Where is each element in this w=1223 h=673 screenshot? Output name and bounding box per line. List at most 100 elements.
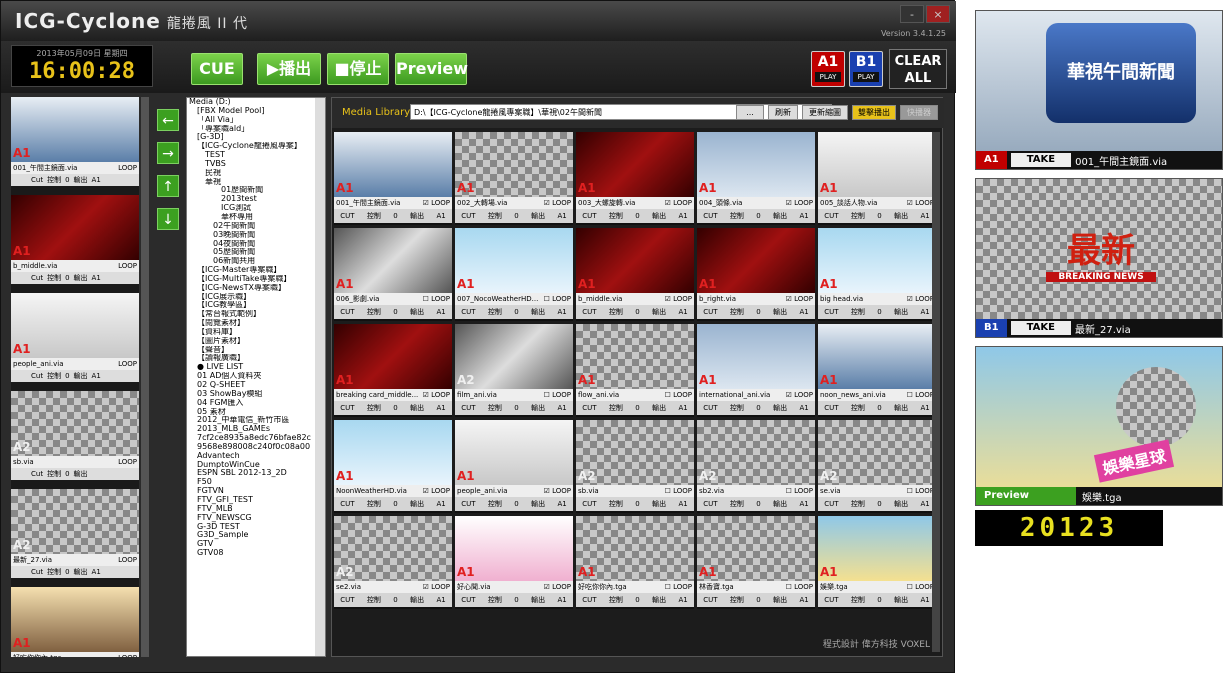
cut-button[interactable]: CUT xyxy=(703,593,717,607)
media-item[interactable]: A2 film_ani.via ☐ LOOP CUT 控制 0 輸出 A1 xyxy=(455,324,573,417)
tree-item[interactable]: 【讀報廣職】 xyxy=(187,354,325,363)
take-b1-button[interactable]: TAKE xyxy=(1010,321,1071,335)
cut-button[interactable]: CUT xyxy=(340,497,354,511)
channel-a1-button[interactable]: A1 PLAY xyxy=(811,51,845,87)
control-button[interactable]: 控制 xyxy=(609,593,623,607)
tree-item[interactable]: 05 素材 xyxy=(187,408,325,417)
media-scrollbar[interactable] xyxy=(932,132,940,652)
loop-checkbox[interactable]: ☑ LOOP xyxy=(783,293,813,305)
browse-button[interactable]: ... xyxy=(736,105,764,120)
media-item[interactable]: A1 林香寶.tga ☐ LOOP CUT 控制 0 輸出 A1 xyxy=(697,516,815,609)
output-button[interactable]: 輸出 xyxy=(531,593,545,607)
cut-button[interactable]: CUT xyxy=(340,593,354,607)
playout-item[interactable]: A2 sb.via LOOP Cut 控制 0 輸出 xyxy=(11,391,139,488)
control-button[interactable]: 控制 xyxy=(609,497,623,511)
loop-checkbox[interactable]: ☐ LOOP xyxy=(904,581,934,593)
control-button[interactable]: 控制 xyxy=(851,593,865,607)
output-button[interactable]: 輸出 xyxy=(894,305,908,319)
loop-checkbox[interactable]: ☑ LOOP xyxy=(904,197,934,209)
tree-item[interactable]: 【資料庫】 xyxy=(187,328,325,337)
output-button[interactable]: 輸出 xyxy=(531,401,545,415)
playout-item[interactable]: A1 people_ani.via LOOP Cut 控制 0 輸出 A1 xyxy=(11,293,139,390)
playout-ctrl[interactable]: 控制 xyxy=(47,272,61,284)
tree-item[interactable]: ● LIVE LIST xyxy=(187,363,325,372)
tree-item[interactable]: 華視 xyxy=(187,178,325,187)
loop-checkbox[interactable]: ☑ LOOP xyxy=(541,581,571,593)
control-button[interactable]: 控制 xyxy=(488,401,502,415)
tree-item[interactable]: ESPN SBL 2012-13_2D xyxy=(187,469,325,478)
media-item[interactable]: A1 breaking card_middle... ☑ LOOP CUT 控制 0 輸出 A… xyxy=(334,324,452,417)
tree-item[interactable]: 2013test xyxy=(187,195,325,204)
media-item[interactable]: A2 se.via ☐ LOOP CUT 控制 0 輸出 A1 xyxy=(818,420,936,513)
tree-item[interactable]: Media (D:) xyxy=(187,98,325,107)
cut-button[interactable]: CUT xyxy=(703,401,717,415)
cut-button[interactable]: CUT xyxy=(582,305,596,319)
control-button[interactable]: 控制 xyxy=(730,305,744,319)
tree-item[interactable]: 【ICG教學區】 xyxy=(187,301,325,310)
media-item[interactable]: A1 005_談話人物.via ☑ LOOP CUT 控制 0 輸出 A1 xyxy=(818,132,936,225)
media-item[interactable]: A1 好吃你你內.tga ☐ LOOP CUT 控制 0 輸出 A1 xyxy=(576,516,694,609)
loop-checkbox[interactable]: ☐ LOOP xyxy=(662,485,692,497)
close-button[interactable]: × xyxy=(926,5,950,23)
output-button[interactable]: 輸出 xyxy=(773,497,787,511)
loop-checkbox[interactable]: ☐ LOOP xyxy=(904,485,934,497)
take-a1-button[interactable]: TAKE xyxy=(1010,153,1072,167)
double-click-play-button[interactable]: 雙擊播出 xyxy=(852,105,896,120)
tree-item[interactable]: 【常台報式範例】 xyxy=(187,310,325,319)
channel-b1-button[interactable]: B1 PLAY xyxy=(849,51,883,87)
playout-ctrl[interactable]: 控制 xyxy=(47,370,61,382)
output-button[interactable]: 輸出 xyxy=(773,305,787,319)
control-button[interactable]: 控制 xyxy=(851,497,865,511)
tree-item[interactable]: 【ICG展示職】 xyxy=(187,293,325,302)
media-item[interactable]: A2 se2.via ☑ LOOP CUT 控制 0 輸出 A1 xyxy=(334,516,452,609)
loop-checkbox[interactable]: ☑ LOOP xyxy=(420,389,450,401)
media-item[interactable]: A1 006_影劇.via ☐ LOOP CUT 控制 0 輸出 A1 xyxy=(334,228,452,321)
tree-item[interactable]: FTV_NEWSCG xyxy=(187,514,325,523)
control-button[interactable]: 控制 xyxy=(851,401,865,415)
control-button[interactable]: 控制 xyxy=(609,305,623,319)
media-item[interactable]: A1 001_午間主鏡面.via ☑ LOOP CUT 控制 0 輸出 A1 xyxy=(334,132,452,225)
media-item[interactable]: A1 NoonWeatherHD.via ☑ LOOP CUT 控制 0 輸出 A1 xyxy=(334,420,452,513)
control-button[interactable]: 控制 xyxy=(730,593,744,607)
playout-ctrl[interactable]: 控制 xyxy=(47,468,61,480)
control-button[interactable]: 控制 xyxy=(488,305,502,319)
control-button[interactable]: 控制 xyxy=(488,593,502,607)
tree-item[interactable]: 【圖片素材】 xyxy=(187,337,325,346)
playout-scrollbar[interactable] xyxy=(141,97,149,657)
output-button[interactable]: 輸出 xyxy=(531,209,545,223)
tree-item[interactable]: G-3D TEST xyxy=(187,523,325,532)
loop-checkbox[interactable]: ☑ LOOP xyxy=(420,197,450,209)
cut-button[interactable]: CUT xyxy=(824,497,838,511)
tree-item[interactable]: 01 AD個人資料夾 xyxy=(187,372,325,381)
media-item[interactable]: A1 b_middle.via ☑ LOOP CUT 控制 0 輸出 A1 xyxy=(576,228,694,321)
cut-button[interactable]: CUT xyxy=(582,593,596,607)
tree-item[interactable]: 03晚間新聞 xyxy=(187,231,325,240)
output-button[interactable]: 輸出 xyxy=(410,497,424,511)
control-button[interactable]: 控制 xyxy=(730,401,744,415)
playout-cut[interactable]: Cut xyxy=(31,272,43,284)
tree-scrollbar[interactable] xyxy=(315,98,325,656)
loop-checkbox[interactable]: ☑ LOOP xyxy=(783,389,813,401)
left-arrow-button[interactable]: ← xyxy=(157,109,179,131)
loop-checkbox[interactable]: ☐ LOOP xyxy=(541,389,571,401)
tree-item[interactable]: 01歷間新聞 xyxy=(187,186,325,195)
tree-item[interactable]: TEST xyxy=(187,151,325,160)
cut-button[interactable]: CUT xyxy=(461,209,475,223)
playout-out[interactable]: 輸出 xyxy=(74,174,88,186)
cut-button[interactable]: CUT xyxy=(461,593,475,607)
tree-item[interactable]: 9568e898008c240f0c08a00 xyxy=(187,443,325,452)
control-button[interactable]: 控制 xyxy=(367,593,381,607)
output-button[interactable]: 輸出 xyxy=(410,209,424,223)
play-button[interactable]: ▶播出 xyxy=(257,53,321,85)
tree-item[interactable]: 「All Via」 xyxy=(187,116,325,125)
cut-button[interactable]: CUT xyxy=(461,305,475,319)
media-item[interactable]: A1 big head.via ☑ LOOP CUT 控制 0 輸出 A1 xyxy=(818,228,936,321)
playout-out[interactable]: 輸出 xyxy=(74,370,88,382)
loop-checkbox[interactable]: ☐ LOOP xyxy=(420,293,450,305)
tree-item[interactable]: FTV_MLB xyxy=(187,505,325,514)
output-button[interactable]: 輸出 xyxy=(652,305,666,319)
control-button[interactable]: 控制 xyxy=(730,209,744,223)
minimize-button[interactable]: - xyxy=(900,5,924,23)
media-item[interactable]: A1 international_ani.via ☑ LOOP CUT 控制 0 輸出 A1 xyxy=(697,324,815,417)
control-button[interactable]: 控制 xyxy=(609,401,623,415)
